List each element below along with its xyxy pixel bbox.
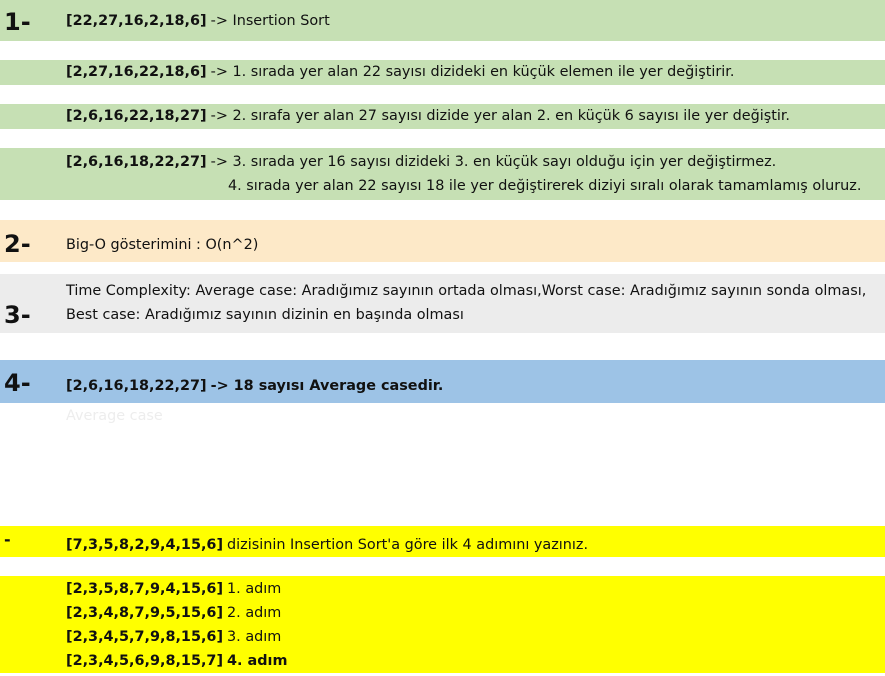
step-1-label: 1. adım (227, 581, 282, 597)
section1-row3-array: [2,6,16,22,18,27] (66, 108, 207, 124)
step-3-label: 3. adım (227, 629, 282, 645)
section4-faint-text: Average case (66, 408, 163, 424)
step-2-array: [2,3,4,8,7,9,5,15,6] (66, 605, 224, 621)
step-1: [2,3,5,8,7,9,4,15,6] 1. adım (66, 579, 281, 599)
section1-row1-band: 1- [22,27,16,2,18,6] -> Insertion Sort (0, 0, 885, 41)
section1-number: 1- (4, 8, 31, 36)
section5-number: - (4, 530, 11, 549)
section4-text: -> 18 sayısı Average casedir. (210, 378, 444, 394)
section4-number: 4- (4, 369, 31, 397)
section1-row4-array: [2,6,16,18,22,27] (66, 154, 207, 170)
section5-text: dizisinin Insertion Sort'a göre ilk 4 ad… (227, 537, 589, 553)
step-1-array: [2,3,5,8,7,9,4,15,6] (66, 581, 224, 597)
section1-row2-text: -> 1. sırada yer alan 22 sayısı dizideki… (210, 64, 735, 80)
section5-line: [7,3,5,8,2,9,4,15,6] dizisinin Insertion … (66, 535, 588, 555)
section1-row4: [2,6,16,18,22,27] -> 3. sırada yer 16 say… (66, 152, 776, 172)
section1-row3-band: [2,6,16,22,18,27] -> 2. sırafa yer alan 2… (0, 104, 885, 129)
section1-row3-text: -> 2. sırafa yer alan 27 sayısı dizide y… (210, 108, 791, 124)
section1-row3: [2,6,16,22,18,27] -> 2. sırafa yer alan 2… (66, 106, 790, 126)
section1-row2-band: [2,27,16,22,18,6] -> 1. sırada yer alan 2… (0, 60, 885, 85)
step-4-label: 4. adım (227, 653, 288, 669)
section4-band: 4- [2,6,16,18,22,27] -> 18 sayısı Average… (0, 360, 885, 403)
step-4: [2,3,4,5,6,9,8,15,7] 4. adım (66, 651, 287, 671)
section5-steps-band: [2,3,5,8,7,9,4,15,6] 1. adım [2,3,4,8,7,9… (0, 576, 885, 673)
section1-row2: [2,27,16,22,18,6] -> 1. sırada yer alan 2… (66, 62, 734, 82)
section3-line1: Time Complexity: Average case: Aradığımı… (66, 283, 867, 299)
section5-array: [7,3,5,8,2,9,4,15,6] (66, 537, 224, 553)
section1-row4-band: [2,6,16,18,22,27] -> 3. sırada yer 16 say… (0, 148, 885, 200)
section2-text: Big-O gösterimini : O(n^2) (66, 237, 259, 253)
section1-row4-text: -> 3. sırada yer 16 sayısı dizideki 3. e… (210, 154, 777, 170)
step-3: [2,3,4,5,7,9,8,15,6] 3. adım (66, 627, 281, 647)
section4-line: [2,6,16,18,22,27] -> 18 sayısı Average ca… (66, 376, 443, 396)
section3-number: 3- (4, 301, 31, 329)
step-2: [2,3,4,8,7,9,5,15,6] 2. adım (66, 603, 281, 623)
section3-band: 3- Time Complexity: Average case: Aradığ… (0, 274, 885, 333)
section1-continuation: 4. sırada yer alan 22 sayısı 18 ile yer … (228, 178, 862, 194)
section2-band: 2- Big-O gösterimini : O(n^2) (0, 220, 885, 262)
step-2-label: 2. adım (227, 605, 282, 621)
section1-row2-array: [2,27,16,22,18,6] (66, 64, 207, 80)
step-4-array: [2,3,4,5,6,9,8,15,7] (66, 653, 224, 669)
section5-band: - [7,3,5,8,2,9,4,15,6] dizisinin Insertio… (0, 526, 885, 557)
section3-line2: Best case: Aradığımız sayının dizinin en… (66, 307, 464, 323)
step-3-array: [2,3,4,5,7,9,8,15,6] (66, 629, 224, 645)
section4-array: [2,6,16,18,22,27] (66, 378, 207, 394)
section1-row1-array: [22,27,16,2,18,6] (66, 13, 207, 29)
section1-row1: [22,27,16,2,18,6] -> Insertion Sort (66, 11, 330, 31)
section1-row1-text: -> Insertion Sort (210, 13, 330, 29)
section2-number: 2- (4, 230, 31, 258)
